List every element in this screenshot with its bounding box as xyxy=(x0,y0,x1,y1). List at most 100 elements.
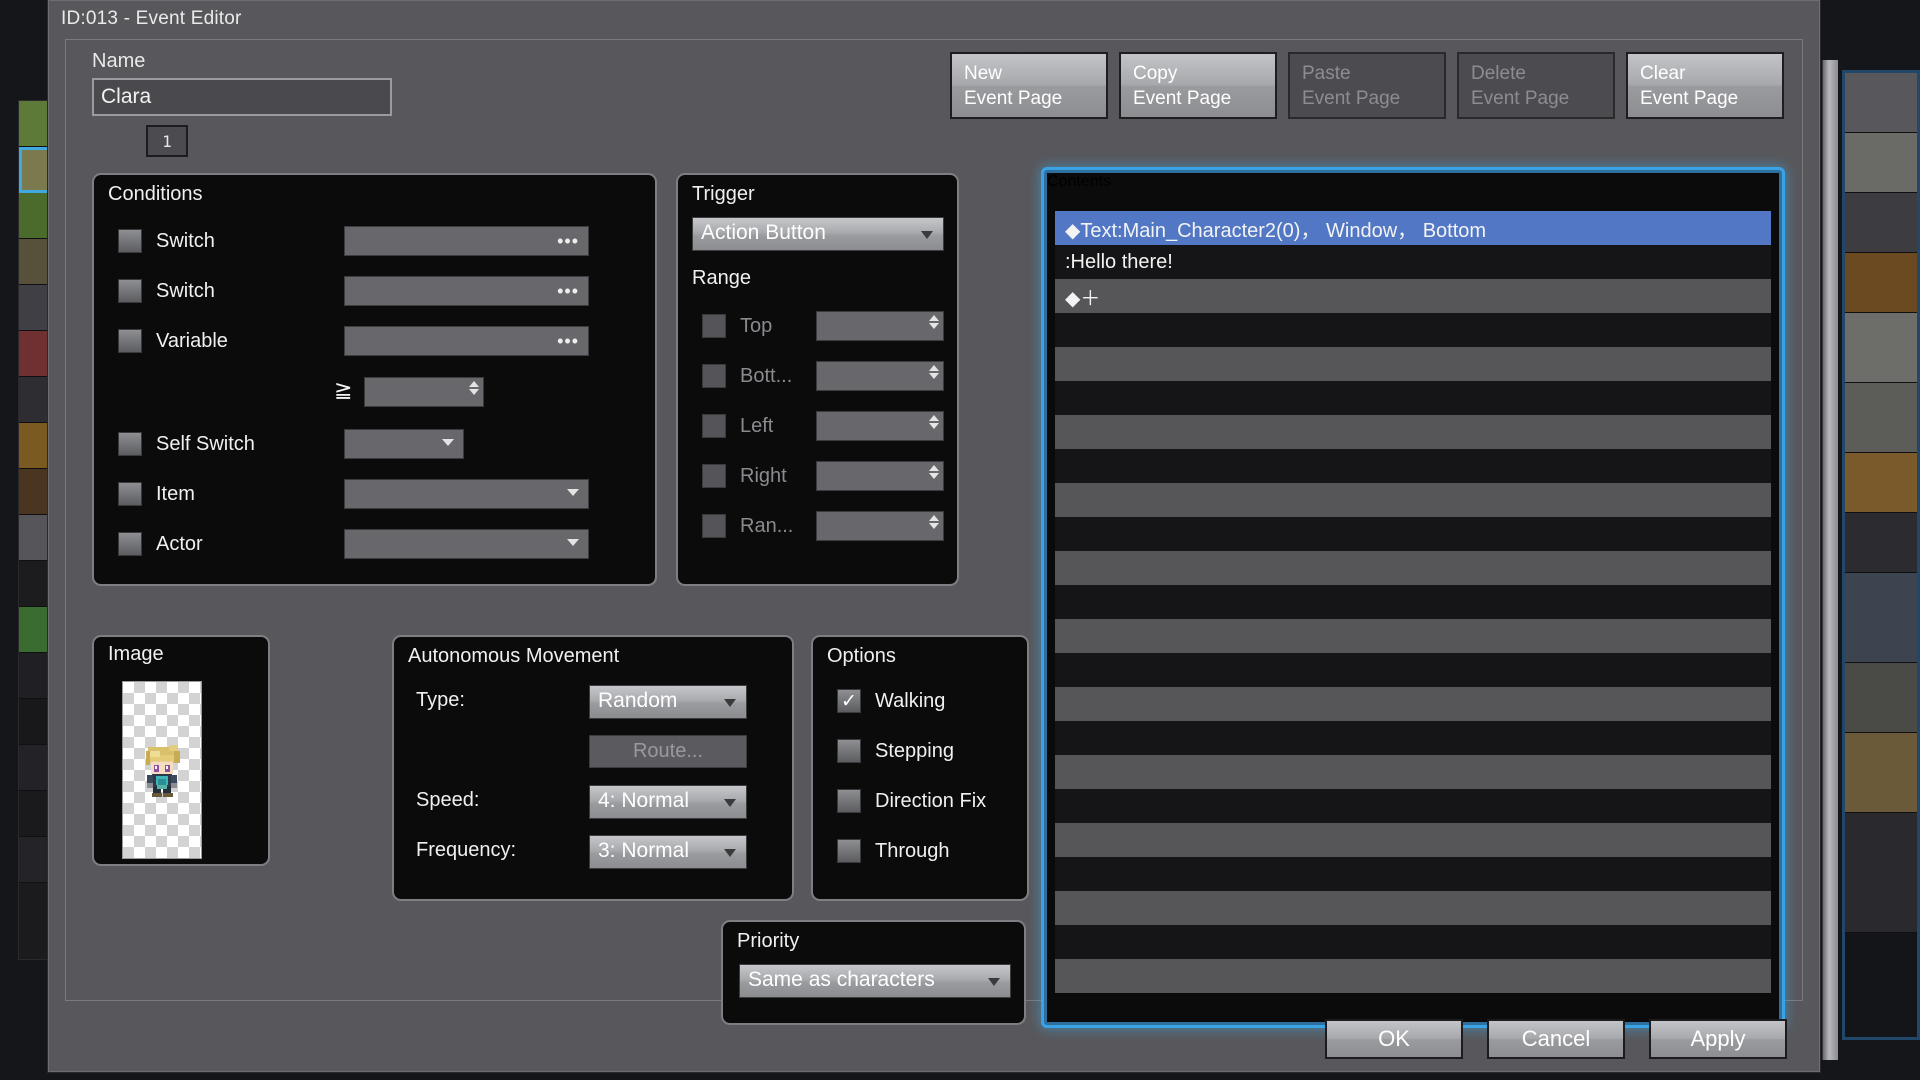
contents-row-empty[interactable] xyxy=(1055,687,1771,721)
contents-row-empty[interactable] xyxy=(1055,551,1771,585)
character-sprite-preview[interactable] xyxy=(122,681,202,859)
event-page-tab-1[interactable]: 1 xyxy=(146,125,188,157)
walking-checkbox[interactable]: ✓ xyxy=(837,689,861,713)
clear-event-page-button[interactable]: Clear Event Page xyxy=(1626,52,1784,119)
map-tile[interactable] xyxy=(1845,193,1917,253)
map-tile[interactable] xyxy=(1845,313,1917,383)
actor-checkbox[interactable] xyxy=(118,532,142,556)
range-bottom-label: Bott... xyxy=(740,365,792,388)
event-editor-dialog: ID:013 - Event Editor Name 1 New Event P… xyxy=(48,0,1820,1072)
spinner-arrows-icon xyxy=(929,315,939,329)
contents-row[interactable]: ◆Text:Main_Character2(0)， Window， Bottom xyxy=(1055,211,1771,245)
name-input[interactable] xyxy=(92,78,392,116)
move-frequency-dropdown[interactable]: 3: Normal xyxy=(589,835,747,869)
move-frequency-label: Frequency: xyxy=(416,839,516,862)
delete-event-page-button: Delete Event Page xyxy=(1457,52,1615,119)
dialog-titlebar: ID:013 - Event Editor xyxy=(49,1,1819,39)
contents-row-empty[interactable] xyxy=(1055,483,1771,517)
map-canvas-right[interactable] xyxy=(1842,70,1920,1040)
move-route-button: Route... xyxy=(589,735,747,768)
options-group: Options ✓ Walking Stepping Direction Fix… xyxy=(811,635,1029,901)
map-tile[interactable] xyxy=(1845,253,1917,313)
conditions-title: Conditions xyxy=(108,183,203,206)
switch1-picker[interactable]: ••• xyxy=(344,226,589,256)
variable-checkbox[interactable] xyxy=(118,329,142,353)
contents-row-empty[interactable] xyxy=(1055,517,1771,551)
contents-row-empty[interactable] xyxy=(1055,347,1771,381)
switch2-label: Switch xyxy=(156,280,215,303)
spinner-arrows-icon xyxy=(929,415,939,429)
contents-row-empty[interactable] xyxy=(1055,653,1771,687)
map-tile[interactable] xyxy=(1845,733,1917,813)
map-tile[interactable] xyxy=(1845,73,1917,133)
copy-event-page-button[interactable]: Copy Event Page xyxy=(1119,52,1277,119)
ok-button[interactable]: OK xyxy=(1325,1019,1463,1059)
self-switch-label: Self Switch xyxy=(156,433,255,456)
clear-event-page-line1: Clear xyxy=(1640,63,1685,84)
map-tile[interactable] xyxy=(1845,573,1917,663)
contents-row-empty[interactable] xyxy=(1055,755,1771,789)
contents-row-empty[interactable] xyxy=(1055,721,1771,755)
spinner-arrows-icon xyxy=(929,365,939,379)
self-switch-checkbox[interactable] xyxy=(118,432,142,456)
contents-row[interactable]: ◆＋ xyxy=(1055,279,1771,313)
contents-row-empty[interactable] xyxy=(1055,381,1771,415)
new-event-page-button[interactable]: New Event Page xyxy=(950,52,1108,119)
spinner-arrows-icon[interactable] xyxy=(469,381,479,395)
trigger-dropdown[interactable]: Action Button xyxy=(692,217,944,251)
move-speed-dropdown[interactable]: 4: Normal xyxy=(589,785,747,819)
move-type-value: Random xyxy=(598,689,677,712)
move-type-dropdown[interactable]: Random xyxy=(589,685,747,719)
spinner-arrows-icon xyxy=(929,515,939,529)
trigger-selected-value: Action Button xyxy=(701,221,826,244)
contents-row-empty[interactable] xyxy=(1055,449,1771,483)
switch2-checkbox[interactable] xyxy=(118,279,142,303)
ellipsis-icon: ••• xyxy=(557,281,579,302)
contents-row-empty[interactable] xyxy=(1055,959,1771,993)
switch1-checkbox[interactable] xyxy=(118,229,142,253)
switch1-label: Switch xyxy=(156,230,215,253)
switch2-picker[interactable]: ••• xyxy=(344,276,589,306)
map-tile[interactable] xyxy=(1845,453,1917,513)
variable-picker[interactable]: ••• xyxy=(344,326,589,356)
contents-row-empty[interactable] xyxy=(1055,857,1771,891)
map-tile[interactable] xyxy=(1845,133,1917,193)
contents-row-empty[interactable] xyxy=(1055,313,1771,347)
map-scrollbar-right[interactable] xyxy=(1822,60,1838,1060)
contents-row-empty[interactable] xyxy=(1055,415,1771,449)
map-tile[interactable] xyxy=(1845,663,1917,733)
contents-row-empty[interactable] xyxy=(1055,619,1771,653)
item-dropdown[interactable] xyxy=(344,479,589,509)
dialog-footer: OK Cancel Apply xyxy=(1325,1019,1787,1059)
check-icon: ✓ xyxy=(841,692,857,711)
direction-fix-checkbox[interactable] xyxy=(837,789,861,813)
map-tile[interactable] xyxy=(1845,383,1917,453)
direction-fix-label: Direction Fix xyxy=(875,790,986,813)
dialog-body: Name 1 New Event Page Copy Event Page Pa… xyxy=(65,39,1803,1001)
map-tile[interactable] xyxy=(1845,813,1917,933)
range-title: Range xyxy=(692,267,751,290)
cancel-button[interactable]: Cancel xyxy=(1487,1019,1625,1059)
contents-row-empty[interactable] xyxy=(1055,925,1771,959)
chevron-down-icon xyxy=(724,799,736,807)
contents-row[interactable]: :Hello there! xyxy=(1055,245,1771,279)
actor-dropdown[interactable] xyxy=(344,529,589,559)
apply-button[interactable]: Apply xyxy=(1649,1019,1787,1059)
through-checkbox[interactable] xyxy=(837,839,861,863)
priority-dropdown[interactable]: Same as characters xyxy=(739,964,1011,998)
self-switch-dropdown[interactable] xyxy=(344,429,464,459)
event-page-button-group: New Event Page Copy Event Page Paste Eve… xyxy=(950,52,1784,119)
contents-row-empty[interactable] xyxy=(1055,891,1771,925)
copy-event-page-line2: Event Page xyxy=(1133,88,1231,109)
stepping-checkbox[interactable] xyxy=(837,739,861,763)
item-checkbox[interactable] xyxy=(118,482,142,506)
contents-row-empty[interactable] xyxy=(1055,585,1771,619)
character-sprite-icon xyxy=(139,741,185,799)
contents-command-list[interactable]: ◆Text:Main_Character2(0)， Window， Bottom… xyxy=(1055,211,1771,1014)
paste-event-page-button: Paste Event Page xyxy=(1288,52,1446,119)
variable-value-spinner[interactable] xyxy=(364,377,484,407)
map-tile[interactable] xyxy=(1845,513,1917,573)
contents-row-empty[interactable] xyxy=(1055,789,1771,823)
delete-event-page-line2: Event Page xyxy=(1471,88,1569,109)
contents-row-empty[interactable] xyxy=(1055,823,1771,857)
